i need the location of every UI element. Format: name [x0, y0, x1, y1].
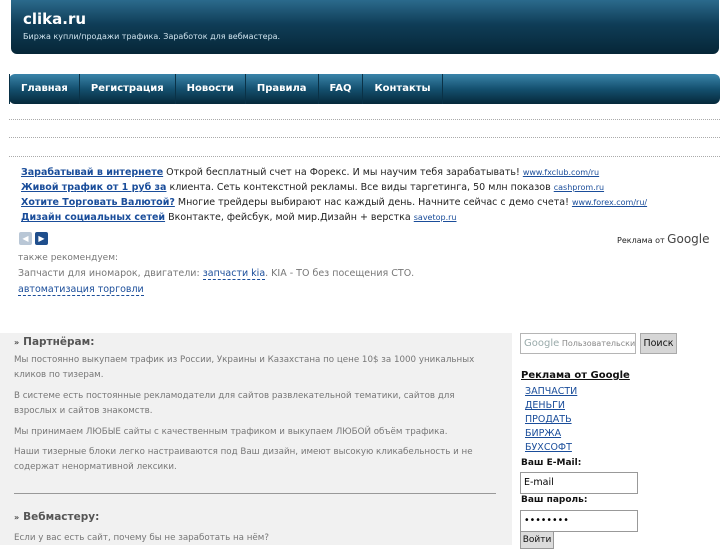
password-label: Ваш пароль:	[521, 495, 588, 505]
nav-home[interactable]: Главная	[9, 74, 80, 104]
recommend-text: Запчасти для иномарок, двигатели: запчас…	[18, 268, 415, 280]
email-field[interactable]: E-mail	[520, 472, 638, 494]
main-nav: Главная Регистрация Новости Правила FAQ …	[9, 74, 720, 104]
ad-url-link[interactable]: cashprom.ru	[554, 183, 604, 192]
sidebar-ad-link[interactable]: БУХСОФТ	[525, 442, 572, 453]
sidebar: Google Пользовательский поиск Поиск Рекл…	[512, 333, 727, 549]
login-button[interactable]: Войти	[520, 531, 554, 549]
sidebar-ads-title[interactable]: Реклама от Google	[521, 370, 630, 381]
search-placeholder: Пользовательский поиск	[561, 339, 636, 348]
ad-block: Зарабатывай в интернете Открой бесплатны…	[21, 165, 711, 225]
sidebar-ad-link[interactable]: БИРЖА	[525, 428, 561, 439]
sidebar-ad-link[interactable]: ПРОДАТЬ	[525, 414, 572, 425]
ad-text: Открой бесплатный счет на Форекс. И мы н…	[163, 167, 523, 178]
nav-registration[interactable]: Регистрация	[80, 74, 176, 104]
ad-pager: ◀ ▶	[19, 232, 48, 245]
ad-text: клиента. Сеть контекстной рекламы. Все в…	[166, 182, 554, 193]
webmaster-heading: » Вебмастеру:	[14, 511, 99, 523]
ad-text: Вконтакте, фейсбук, мой мир.Дизайн + вер…	[165, 212, 414, 223]
ad-url-link[interactable]: www.forex.com/ru/	[572, 198, 647, 207]
search-button[interactable]: Поиск	[640, 333, 677, 354]
recommend-label: также рекомендуем:	[18, 253, 119, 263]
nav-news[interactable]: Новости	[176, 74, 246, 104]
divider	[9, 137, 720, 138]
partners-paragraph: Мы постоянно выкупаем трафик из России, …	[14, 355, 475, 380]
partners-heading: » Партнёрам:	[14, 336, 94, 348]
double-chevron-icon: »	[14, 338, 20, 347]
divider	[9, 156, 720, 157]
site-slogan: Биржа купли/продажи трафика. Заработок д…	[23, 32, 281, 41]
ads-by-prefix: Реклама от	[617, 236, 668, 245]
ad-title-link[interactable]: Зарабатывай в интернете	[21, 167, 163, 178]
webmaster-paragraph: Если у вас есть сайт, почему бы не зараб…	[14, 533, 269, 543]
content-area: » Партнёрам: Мы постоянно выкупаем трафик…	[0, 333, 727, 549]
nav-rules[interactable]: Правила	[246, 74, 319, 104]
search-input[interactable]: Google Пользовательский поиск	[520, 333, 636, 354]
ad-item: Хотите Торговать Валютой? Многие трейдер…	[21, 195, 711, 210]
recommend-text-before: Запчасти для иномарок, двигатели:	[18, 268, 203, 279]
recommend-link-kia[interactable]: запчасти kia	[202, 268, 266, 280]
ad-item: Зарабатывай в интернете Открой бесплатны…	[21, 165, 711, 180]
google-search-logo: Google	[524, 338, 560, 349]
ads-by-google[interactable]: Реклама от Google	[617, 232, 710, 246]
site-title[interactable]: clika.ru	[23, 10, 86, 28]
nav-contacts[interactable]: Контакты	[363, 74, 443, 104]
partners-paragraph: Наши тизерные блоки легко настраиваются …	[14, 447, 473, 472]
ad-title-link[interactable]: Дизайн социальных сетей	[21, 212, 165, 223]
sidebar-ad-link[interactable]: ЗАПЧАСТИ	[525, 386, 577, 397]
partners-heading-text: Партнёрам:	[23, 336, 95, 348]
chevron-right-icon[interactable]: ▶	[35, 232, 48, 245]
double-chevron-icon: »	[14, 513, 20, 522]
partners-paragraph: В системе есть постоянные рекламодатели …	[14, 391, 455, 416]
ad-text: Многие трейдеры выбирают нас каждый день…	[174, 197, 572, 208]
ad-title-link[interactable]: Живой трафик от 1 руб за	[21, 182, 166, 193]
nav-faq[interactable]: FAQ	[319, 74, 364, 104]
section-divider	[14, 493, 496, 494]
google-logo: Google	[667, 232, 710, 246]
recommend-link-automation[interactable]: автоматизация торговли	[18, 284, 144, 296]
chevron-left-icon[interactable]: ◀	[19, 232, 32, 245]
site-header: clika.ru Биржа купли/продажи трафика. За…	[11, 0, 719, 54]
email-label: Ваш E-Mail:	[521, 458, 582, 468]
partners-paragraph: Мы принимаем ЛЮБЫЕ сайты с качественным …	[14, 427, 448, 437]
divider	[9, 119, 720, 120]
ad-item: Дизайн социальных сетей Вконтакте, фейсб…	[21, 210, 711, 225]
password-field[interactable]: ••••••••	[520, 510, 638, 532]
recommend-link-wrap: автоматизация торговли	[18, 284, 144, 296]
sidebar-ad-link[interactable]: ДЕНЬГИ	[525, 400, 565, 411]
ad-title-link[interactable]: Хотите Торговать Валютой?	[21, 197, 175, 208]
recommend-text-after: . KIA - ТО без посещения СТО.	[265, 268, 415, 279]
ad-url-link[interactable]: www.fxclub.com/ru	[523, 168, 599, 177]
ad-url-link[interactable]: savetop.ru	[414, 213, 457, 222]
webmaster-heading-text: Вебмастеру:	[23, 511, 100, 523]
ad-item: Живой трафик от 1 руб за клиента. Сеть к…	[21, 180, 711, 195]
